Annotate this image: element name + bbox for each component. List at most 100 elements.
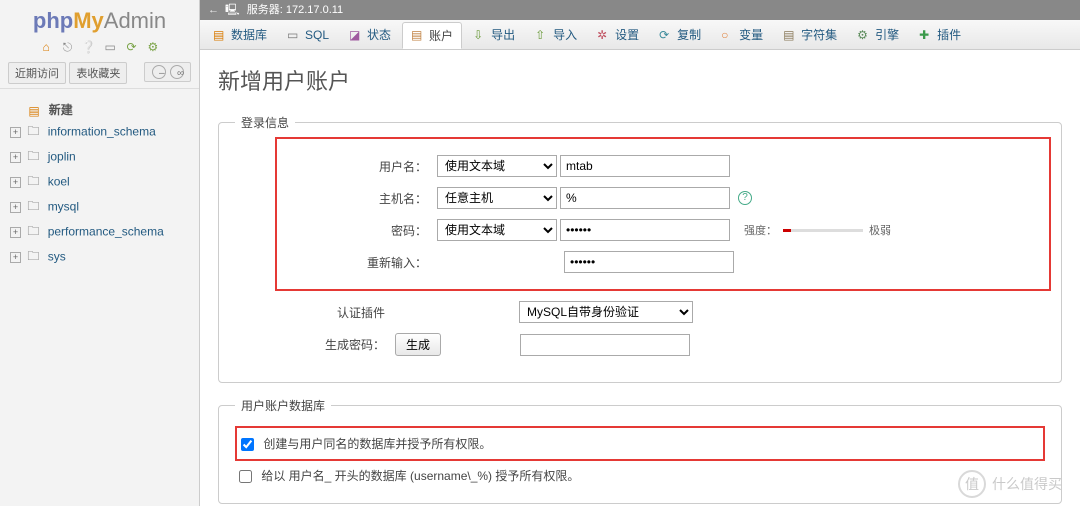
collapse-tree-icon[interactable]: – <box>152 65 166 79</box>
main-area: ← 🖳 服务器: 172.17.0.11 ▤数据库▭SQL◪状态▤账户⇩导出⇧导… <box>200 0 1080 506</box>
username-input[interactable] <box>560 155 730 177</box>
expand-icon[interactable]: + <box>10 177 21 188</box>
link-tree-icon[interactable]: ∞ <box>170 65 184 79</box>
favorites-tab[interactable]: 表收藏夹 <box>69 62 127 84</box>
logo-text-3: Admin <box>104 8 166 33</box>
expand-icon[interactable]: + <box>10 202 21 213</box>
new-db-label: 新建 <box>49 103 73 117</box>
generated-password-input[interactable] <box>520 334 690 356</box>
replication-icon: ⟳ <box>659 28 673 42</box>
hostname-type-select[interactable]: 任意主机 <box>437 187 557 209</box>
variables-icon: ○ <box>721 28 735 42</box>
logo[interactable]: phpMyAdmin <box>0 0 199 38</box>
db-tree-item[interactable]: + 🗀 information_schema <box>6 120 193 145</box>
tab-label: SQL <box>305 28 329 42</box>
tab-import[interactable]: ⇧导入 <box>526 21 586 48</box>
tab-replication[interactable]: ⟳ 复制 <box>650 21 710 48</box>
auth-label: 认证插件 <box>285 304 395 321</box>
home-icon[interactable]: ⌂ <box>38 40 54 56</box>
expand-icon[interactable]: + <box>10 227 21 238</box>
genpass-row: 生成密码： 生成 <box>235 333 1045 356</box>
docs-icon[interactable]: ❔ <box>81 40 97 56</box>
auth-plugin-select[interactable]: MySQL自带身份验证 <box>519 301 693 323</box>
charsets-icon: ▤ <box>783 28 797 42</box>
genpass-label: 生成密码： <box>285 336 395 353</box>
hostname-input[interactable] <box>560 187 730 209</box>
tree-controls: – ∞ <box>144 62 191 82</box>
strength-label: 强度： <box>744 222 777 238</box>
reload-icon[interactable]: ⚙ <box>145 40 161 56</box>
sidebar-subtabs: 近期访问 表收藏夹 – ∞ <box>0 62 199 89</box>
back-arrow-icon[interactable]: ← <box>208 0 219 20</box>
exit-icon[interactable]: ⎋ <box>59 40 75 56</box>
login-legend: 登录信息 <box>235 114 295 131</box>
generate-button[interactable]: 生成 <box>395 333 441 356</box>
grant-wildcard-checkbox[interactable] <box>239 470 252 483</box>
menubar: ▤数据库▭SQL◪状态▤账户⇩导出⇧导入✲设置⟳复制○变量▤字符集⚙引擎✚插件 <box>200 20 1080 50</box>
strength-bar <box>783 229 863 232</box>
tab-status[interactable]: ◪状态 <box>340 21 400 48</box>
db-tree-item[interactable]: + 🗀 joplin <box>6 145 193 170</box>
strength-row: 强度： 极弱 <box>744 222 891 238</box>
db-name: sys <box>48 250 66 264</box>
help-icon[interactable]: ? <box>738 191 752 205</box>
recent-tab[interactable]: 近期访问 <box>8 62 66 84</box>
db-name: information_schema <box>48 125 156 139</box>
tab-label: 插件 <box>937 26 961 43</box>
tab-label: 账户 <box>429 27 453 44</box>
db-name: joplin <box>48 150 76 164</box>
tab-databases[interactable]: ▤数据库 <box>204 21 276 48</box>
db-tree-item[interactable]: + 🗀 sys <box>6 245 193 270</box>
retype-label: 重新输入： <box>327 254 437 271</box>
tab-label: 导出 <box>491 26 515 43</box>
db-tree-item[interactable]: + 🗀 koel <box>6 170 193 195</box>
db-tree-item[interactable]: + 🗀 mysql <box>6 195 193 220</box>
tab-users[interactable]: ▤账户 <box>402 22 462 49</box>
tab-label: 设置 <box>615 26 639 43</box>
sql-icon: ▭ <box>287 28 301 42</box>
plugins-icon: ✚ <box>919 28 933 42</box>
logo-icon-row: ⌂ ⎋ ❔ ▭ ⟳ ⚙ <box>0 38 199 62</box>
password-type-select[interactable]: 使用文本域 <box>437 219 557 241</box>
server-label: 服务器: <box>247 4 286 16</box>
strength-text: 极弱 <box>869 222 891 238</box>
db-tree-item[interactable]: + 🗀 performance_schema <box>6 220 193 245</box>
expand-icon[interactable]: + <box>10 252 21 263</box>
userdb-legend: 用户账户数据库 <box>235 397 331 414</box>
create-same-db-checkbox[interactable] <box>241 438 254 451</box>
logo-text-1: php <box>33 8 73 33</box>
gear-icon[interactable]: ⟳ <box>124 40 140 56</box>
password-input[interactable] <box>560 219 730 241</box>
tab-charsets[interactable]: ▤字符集 <box>774 21 846 48</box>
database-tree: ▤ 新建 + 🗀 information_schema + 🗀 joplin +… <box>0 89 199 280</box>
tab-settings[interactable]: ✲设置 <box>588 21 648 48</box>
tab-sql[interactable]: ▭ SQL <box>278 23 338 47</box>
tab-export[interactable]: ⇩ 导出 <box>464 21 524 48</box>
auth-row: 认证插件 MySQL自带身份验证 <box>235 301 1045 323</box>
db-tree-new[interactable]: ▤ 新建 <box>6 99 193 120</box>
server-icon: 🖳 <box>225 4 240 16</box>
tab-variables[interactable]: ○变量 <box>712 21 772 48</box>
tab-plugins[interactable]: ✚ 插件 <box>910 21 970 48</box>
engines-icon: ⚙ <box>857 28 871 42</box>
tab-engines[interactable]: ⚙引擎 <box>848 21 908 48</box>
sql-icon[interactable]: ▭ <box>102 40 118 56</box>
database-icon: 🗀 <box>27 172 41 193</box>
tab-label: 复制 <box>677 26 701 43</box>
expand-icon[interactable]: + <box>10 127 21 138</box>
database-icon: 🗀 <box>27 147 41 168</box>
expand-icon[interactable]: + <box>10 152 21 163</box>
username-type-select[interactable]: 使用文本域 <box>437 155 557 177</box>
cb2-row: 给以 用户名_ 开头的数据库 (username\_%) 授予所有权限。 <box>235 464 1045 487</box>
database-icon: 🗀 <box>27 122 41 143</box>
hostname-label: 主机名： <box>327 190 437 207</box>
export-icon: ⇩ <box>473 28 487 42</box>
new-db-icon: ▤ <box>28 104 42 118</box>
retype-input[interactable] <box>564 251 734 273</box>
databases-icon: ▤ <box>213 28 227 42</box>
status-icon: ◪ <box>349 28 363 42</box>
sidebar: phpMyAdmin ⌂ ⎋ ❔ ▭ ⟳ ⚙ 近期访问 表收藏夹 – ∞ ▤ 新… <box>0 0 200 506</box>
import-icon: ⇧ <box>535 28 549 42</box>
db-name: performance_schema <box>48 225 164 239</box>
topbar: ← 🖳 服务器: 172.17.0.11 <box>200 0 1080 20</box>
